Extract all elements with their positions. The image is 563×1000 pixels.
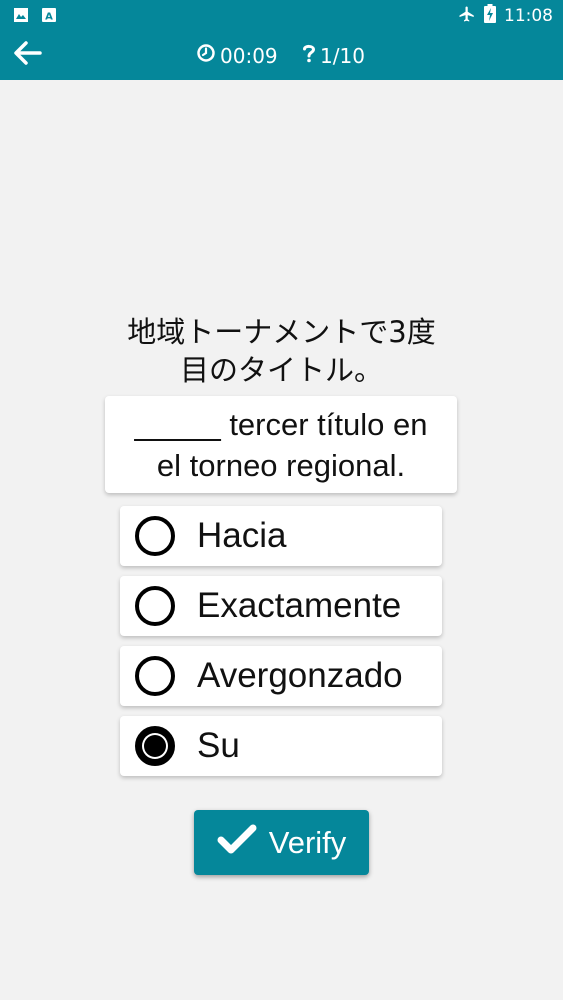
sentence-card: _____ tercer título en el torneo regiona… (105, 396, 457, 493)
radio-button[interactable] (135, 656, 175, 696)
back-arrow-icon (12, 40, 42, 70)
back-button[interactable] (9, 38, 45, 72)
status-right-icons: 11:08 (458, 4, 553, 28)
question-mark-icon (302, 43, 316, 68)
option-label: Exactamente (197, 586, 402, 625)
option-hacia[interactable]: Hacia (120, 506, 442, 566)
radio-button[interactable] (135, 516, 175, 556)
radio-button-selected[interactable] (135, 726, 175, 766)
question-line-1: 地域トーナメントで3度 (127, 315, 436, 349)
sentence-line-1: _____ tercer título en (134, 407, 428, 442)
verify-button[interactable]: Verify (194, 810, 369, 875)
svg-text:A: A (45, 12, 53, 23)
timer: 00:09 (196, 43, 278, 68)
option-label: Su (197, 726, 240, 765)
clock-icon (196, 43, 216, 68)
radio-button[interactable] (135, 586, 175, 626)
sentence-line-2: el torneo regional. (156, 448, 406, 483)
question-line-2: 目のタイトル。 (179, 353, 383, 387)
option-exactamente[interactable]: Exactamente (120, 576, 442, 636)
quiz-screen: A 11:08 00:09 1/10 地域トーナメントで3度 目のタイトル。 _… (0, 0, 563, 1000)
status-bar: A 11:08 (0, 0, 563, 30)
translate-icon: A (41, 7, 57, 27)
option-avergonzado[interactable]: Avergonzado (120, 646, 442, 706)
verify-label: Verify (268, 824, 347, 860)
option-su[interactable]: Su (120, 716, 442, 776)
check-icon (217, 823, 257, 863)
airplane-mode-icon (458, 5, 476, 28)
timer-value: 00:09 (220, 43, 278, 68)
status-time: 11:08 (504, 6, 553, 26)
option-label: Hacia (197, 516, 287, 555)
question-text: 地域トーナメントで3度 目のタイトル。 (80, 313, 483, 389)
status-left-icons: A (13, 7, 57, 27)
option-label: Avergonzado (197, 656, 403, 695)
battery-icon (484, 4, 496, 28)
app-bar: 00:09 1/10 (0, 30, 563, 80)
image-icon (13, 7, 29, 27)
question-progress: 1/10 (302, 43, 365, 68)
progress-value: 1/10 (320, 43, 365, 68)
